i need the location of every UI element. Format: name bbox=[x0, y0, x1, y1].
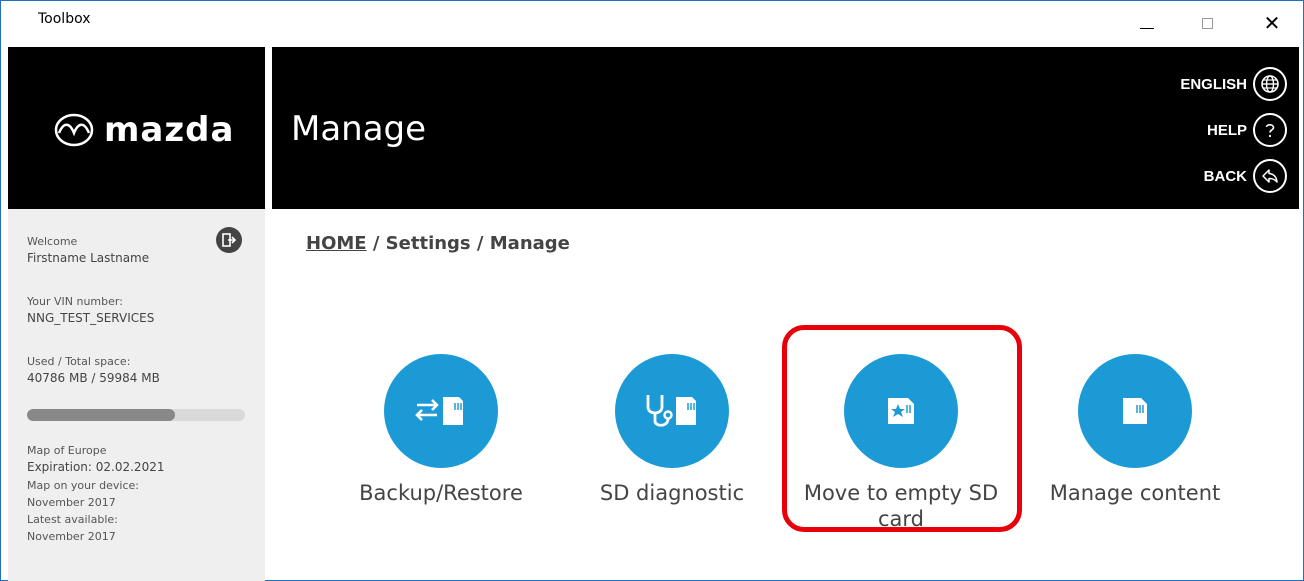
brand-name: mazda bbox=[104, 110, 235, 150]
move-to-empty-sd-label: Move to empty SD card bbox=[803, 481, 999, 531]
sd-diagnostic-tile[interactable]: SD diagnostic bbox=[552, 354, 792, 506]
globe-icon bbox=[1253, 67, 1287, 101]
language-label: ENGLISH bbox=[1180, 75, 1247, 93]
logo-panel: mazda bbox=[8, 47, 265, 209]
logout-button[interactable] bbox=[216, 227, 242, 253]
mazda-logo: mazda bbox=[54, 110, 234, 150]
header: Manage ENGLISH HELP BACK bbox=[272, 47, 1299, 209]
latest-value: November 2017 bbox=[27, 530, 116, 543]
minimize-icon bbox=[1140, 27, 1154, 29]
map-expiration: Expiration: 02.02.2021 bbox=[27, 460, 165, 474]
minimize-button[interactable] bbox=[1127, 9, 1167, 37]
sd-diagnostic-icon bbox=[646, 395, 696, 427]
space-label: Used / Total space: bbox=[27, 355, 131, 368]
logout-icon bbox=[222, 233, 237, 247]
map-name: Map of Europe bbox=[27, 444, 107, 457]
breadcrumb-home-link[interactable]: HOME bbox=[306, 233, 367, 254]
sidebar: Welcome Firstname Lastname Your VIN numb… bbox=[8, 209, 265, 581]
mazda-emblem-icon bbox=[54, 113, 94, 147]
sd-diagnostic-label: SD diagnostic bbox=[599, 481, 745, 505]
breadcrumb-path: / Settings / Manage bbox=[366, 233, 570, 254]
move-sd-card-icon bbox=[888, 398, 914, 424]
vin-label: Your VIN number: bbox=[27, 295, 123, 308]
manage-content-label: Manage content bbox=[1049, 481, 1221, 505]
backup-restore-label: Backup/Restore bbox=[359, 481, 523, 505]
vin-value: NNG_TEST_SERVICES bbox=[27, 311, 155, 325]
page-title: Manage bbox=[291, 109, 427, 149]
close-icon: ✕ bbox=[1263, 12, 1281, 35]
breadcrumb: HOME / Settings / Manage bbox=[306, 233, 570, 254]
backup-restore-tile[interactable]: Backup/Restore bbox=[321, 354, 561, 506]
maximize-button[interactable] bbox=[1187, 9, 1227, 37]
move-to-empty-sd-tile[interactable]: Move to empty SD card bbox=[783, 354, 1019, 532]
storage-progress-bar bbox=[27, 409, 245, 421]
backup-restore-button[interactable] bbox=[384, 354, 498, 468]
help-label: HELP bbox=[1206, 121, 1247, 139]
welcome-label: Welcome bbox=[27, 235, 78, 248]
help-button[interactable]: HELP bbox=[1207, 113, 1287, 147]
help-icon bbox=[1253, 113, 1287, 147]
user-name: Firstname Lastname bbox=[27, 251, 150, 265]
window-title: Toolbox bbox=[38, 11, 91, 27]
device-map-label: Map on your device: bbox=[27, 479, 139, 492]
move-to-empty-sd-button[interactable] bbox=[844, 354, 958, 468]
sd-card-icon bbox=[1123, 398, 1147, 424]
back-label: BACK bbox=[1203, 167, 1247, 185]
app-window: Toolbox ✕ mazda Manage ENGLISH HELP BACK… bbox=[0, 0, 1304, 581]
storage-progress-fill bbox=[27, 409, 176, 421]
maximize-icon bbox=[1201, 17, 1213, 29]
manage-content-tile[interactable]: Manage content bbox=[1015, 354, 1255, 506]
back-button[interactable]: BACK bbox=[1204, 159, 1287, 193]
close-button[interactable]: ✕ bbox=[1252, 9, 1292, 37]
back-icon bbox=[1253, 159, 1287, 193]
device-map-value: November 2017 bbox=[27, 496, 116, 509]
language-button[interactable]: ENGLISH bbox=[1180, 67, 1287, 101]
backup-restore-icon bbox=[415, 397, 463, 425]
manage-content-button[interactable] bbox=[1078, 354, 1192, 468]
latest-label: Latest available: bbox=[27, 513, 118, 526]
title-bar: Toolbox ✕ bbox=[1, 1, 1303, 47]
space-value: 40786 MB / 59984 MB bbox=[27, 371, 160, 385]
sd-diagnostic-button[interactable] bbox=[615, 354, 729, 468]
